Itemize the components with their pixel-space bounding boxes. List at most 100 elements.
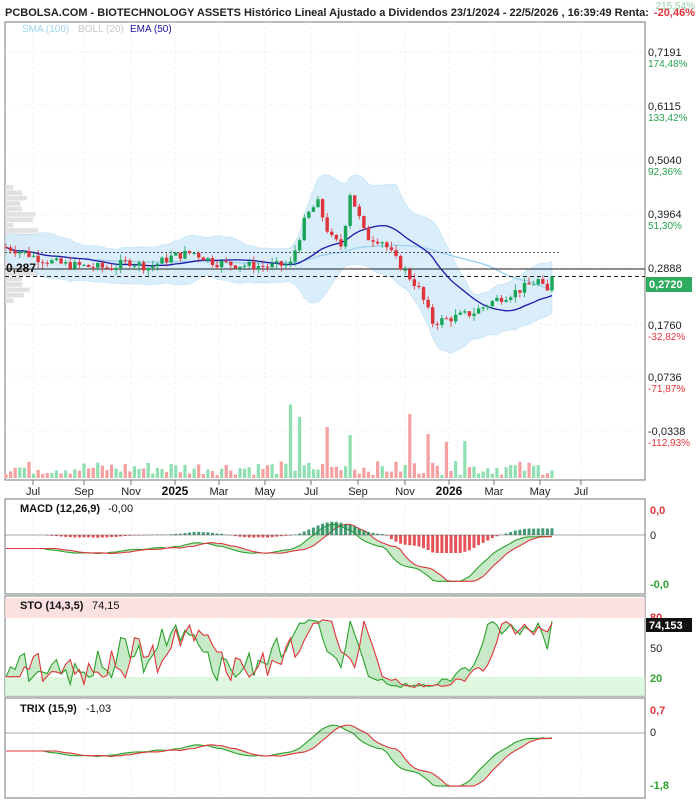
- candle-body: [147, 268, 150, 271]
- time-axis: Jul Sep Nov 2025 Mar May Jul Sep Nov 202…: [26, 484, 588, 498]
- candle-body: [472, 314, 475, 316]
- month-label: Jul: [574, 486, 588, 498]
- macd-histogram-bar: [261, 535, 264, 538]
- volume-bar: [55, 470, 58, 478]
- volume-bar: [404, 465, 407, 478]
- macd-histogram-bar: [206, 532, 209, 535]
- price-label-5: 0,2888: [648, 263, 682, 275]
- legend-boll[interactable]: BOLL (20): [78, 24, 124, 35]
- candle-body: [101, 263, 104, 267]
- macd-histogram-bar: [445, 535, 448, 553]
- volume-bar: [321, 464, 324, 478]
- profile-bar: [5, 277, 22, 282]
- candle-body: [69, 262, 72, 269]
- macd-histogram-bar: [349, 525, 352, 535]
- volume-bar: [147, 463, 150, 478]
- candle-body: [537, 279, 540, 284]
- pct-label-1: 174,48%: [648, 59, 688, 70]
- candle-body: [316, 199, 319, 207]
- volume-bar: [307, 463, 310, 478]
- candle-body: [169, 256, 172, 263]
- volume-bar: [160, 469, 163, 478]
- volume-bar: [293, 471, 296, 478]
- trix-axis-mid: 0: [650, 727, 656, 739]
- macd-histogram-bar: [431, 535, 434, 552]
- macd-histogram-bar: [358, 529, 361, 535]
- month-label: Sep: [348, 486, 368, 498]
- macd-histogram-bar: [541, 528, 544, 535]
- macd-histogram-bar: [92, 535, 95, 538]
- candle-body: [440, 318, 443, 325]
- macd-histogram-bar: [339, 523, 342, 535]
- volume-bar: [440, 475, 443, 478]
- candle-body: [252, 262, 255, 269]
- sto-value: 74,15: [92, 600, 120, 612]
- volume-bar: [225, 465, 228, 478]
- pct-label-3: 92,36%: [648, 167, 682, 178]
- candle-body: [4, 247, 7, 248]
- macd-histogram-bar: [473, 535, 476, 548]
- volume-bar: [546, 473, 549, 478]
- candle-body: [459, 313, 462, 315]
- candle-body: [376, 242, 379, 244]
- candle-body: [234, 265, 237, 268]
- macd-histogram-bar: [344, 524, 347, 535]
- macd-histogram-bar: [450, 535, 453, 553]
- volume-bar: [151, 474, 154, 478]
- candle-body: [431, 307, 434, 324]
- candle-body: [394, 250, 397, 256]
- price-label-6: 0,1760: [648, 320, 682, 332]
- volume-bar: [211, 471, 214, 478]
- candle-body: [495, 298, 498, 301]
- macd-histogram-bar: [399, 535, 402, 544]
- macd-histogram-bar: [523, 529, 526, 535]
- sto-axis-mid: 50: [650, 643, 662, 655]
- volume-bar: [37, 470, 40, 478]
- macd-histogram-bar: [440, 535, 443, 553]
- macd-histogram-bar: [518, 530, 521, 535]
- macd-histogram-bar: [326, 523, 329, 535]
- candle-body: [225, 261, 228, 262]
- volume-bar: [261, 469, 264, 478]
- volume-bar: [41, 474, 44, 478]
- volume-bar: [385, 472, 388, 478]
- volume-bar: [417, 474, 420, 478]
- volume-bar: [202, 474, 205, 478]
- pct-label-8: -112,93%: [648, 438, 690, 449]
- volume-bar: [4, 474, 7, 478]
- volume-bar: [495, 468, 498, 478]
- volume-bar: [142, 469, 145, 478]
- candle-body: [96, 263, 99, 268]
- profile-bar: [5, 223, 13, 228]
- volume-bar: [413, 463, 416, 478]
- macd-histogram-bar: [468, 535, 471, 550]
- macd-histogram-bar: [367, 532, 370, 535]
- candle-body: [298, 240, 301, 250]
- candle-body: [527, 283, 530, 284]
- volume-bar: [326, 427, 329, 478]
- legend-sma[interactable]: SMA (100): [22, 24, 69, 35]
- macd-histogram-bar: [537, 528, 540, 535]
- macd-histogram-bar: [83, 535, 86, 537]
- volume-bar: [371, 475, 374, 478]
- volume-bar: [105, 470, 108, 478]
- legend-ema[interactable]: EMA (50): [130, 24, 172, 35]
- candle-body: [243, 266, 246, 267]
- volume-bar: [59, 473, 62, 478]
- volume-bar: [518, 462, 521, 478]
- candle-body: [142, 262, 145, 270]
- macd-histogram-bar: [243, 535, 246, 537]
- volume-bar: [188, 474, 191, 478]
- volume-bar: [468, 467, 471, 478]
- month-label: May: [530, 486, 551, 498]
- candle-body: [481, 307, 484, 308]
- candle-body: [36, 256, 39, 262]
- volume-bar: [271, 464, 274, 478]
- profile-bar: [5, 298, 14, 303]
- candle-body: [413, 279, 416, 286]
- price-label-3: 0,5040: [648, 155, 682, 167]
- macd-histogram-bar: [454, 535, 457, 553]
- volume-bar: [165, 472, 168, 478]
- candle-body: [436, 324, 439, 325]
- volume-bar: [376, 461, 379, 478]
